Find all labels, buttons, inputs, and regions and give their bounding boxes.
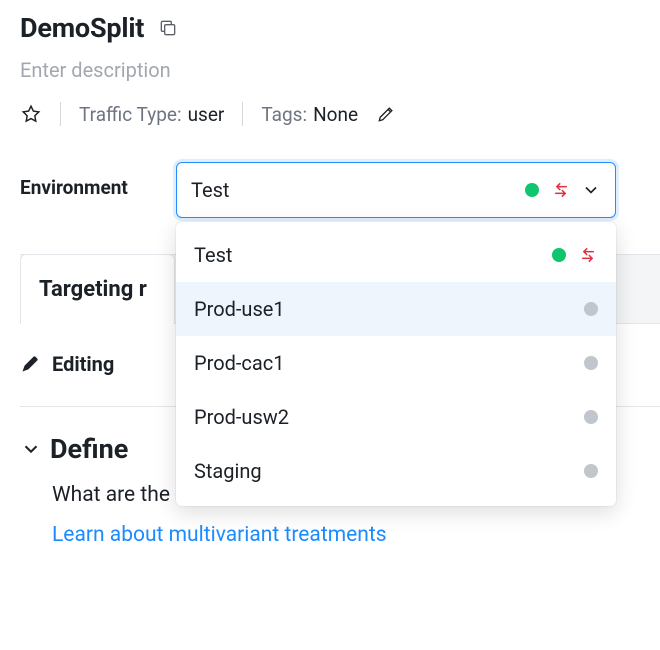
status-dot-icon: [584, 356, 598, 370]
section-title: Define: [50, 433, 128, 465]
divider: [60, 102, 61, 126]
environment-selected-value: Test: [191, 178, 525, 202]
status-dot-icon: [584, 302, 598, 316]
traffic-type-label: Traffic Type:: [79, 103, 182, 126]
tab-targeting[interactable]: Targeting r: [20, 254, 175, 324]
traffic-type: Traffic Type: user: [79, 103, 224, 126]
page-title: DemoSplit: [20, 12, 144, 44]
star-icon[interactable]: [20, 103, 42, 125]
tags-value: None: [313, 103, 358, 126]
learn-multivariant-link[interactable]: Learn about multivariant treatments: [52, 519, 640, 553]
editing-label: Editing: [52, 352, 114, 376]
tags: Tags: None: [261, 103, 358, 126]
pencil-icon: [20, 354, 40, 374]
environment-option[interactable]: Staging: [176, 444, 616, 498]
status-dot-icon: [552, 248, 566, 262]
edit-tags-icon[interactable]: [376, 104, 396, 124]
status-dot-icon: [584, 464, 598, 478]
status-dot-icon: [525, 183, 539, 197]
environment-option[interactable]: Prod-use1: [176, 282, 616, 336]
environment-label: Environment: [20, 162, 160, 199]
chevron-down-icon: [20, 438, 42, 460]
environment-option[interactable]: Test: [176, 228, 616, 282]
environment-option-label: Staging: [194, 459, 576, 483]
environment-dropdown-panel: Test Prod-use1 Prod-cac1 Prod-usw2 Staging: [176, 222, 616, 506]
swap-icon[interactable]: [551, 180, 571, 200]
copy-icon[interactable]: [158, 18, 178, 38]
chevron-down-icon[interactable]: [581, 180, 601, 200]
environment-option-label: Prod-use1: [194, 297, 576, 321]
description-placeholder[interactable]: Enter description: [20, 58, 640, 82]
environment-option-label: Prod-cac1: [194, 351, 576, 375]
environment-option[interactable]: Prod-cac1: [176, 336, 616, 390]
environment-option-label: Test: [194, 243, 544, 267]
divider: [242, 102, 243, 126]
environment-option[interactable]: Prod-usw2: [176, 390, 616, 444]
environment-select[interactable]: Test: [176, 162, 616, 218]
status-dot-icon: [584, 410, 598, 424]
swap-icon[interactable]: [578, 245, 598, 265]
environment-option-label: Prod-usw2: [194, 405, 576, 429]
tags-label: Tags:: [261, 103, 307, 126]
traffic-type-value: user: [188, 103, 225, 126]
tab-label: Targeting r: [39, 277, 147, 302]
